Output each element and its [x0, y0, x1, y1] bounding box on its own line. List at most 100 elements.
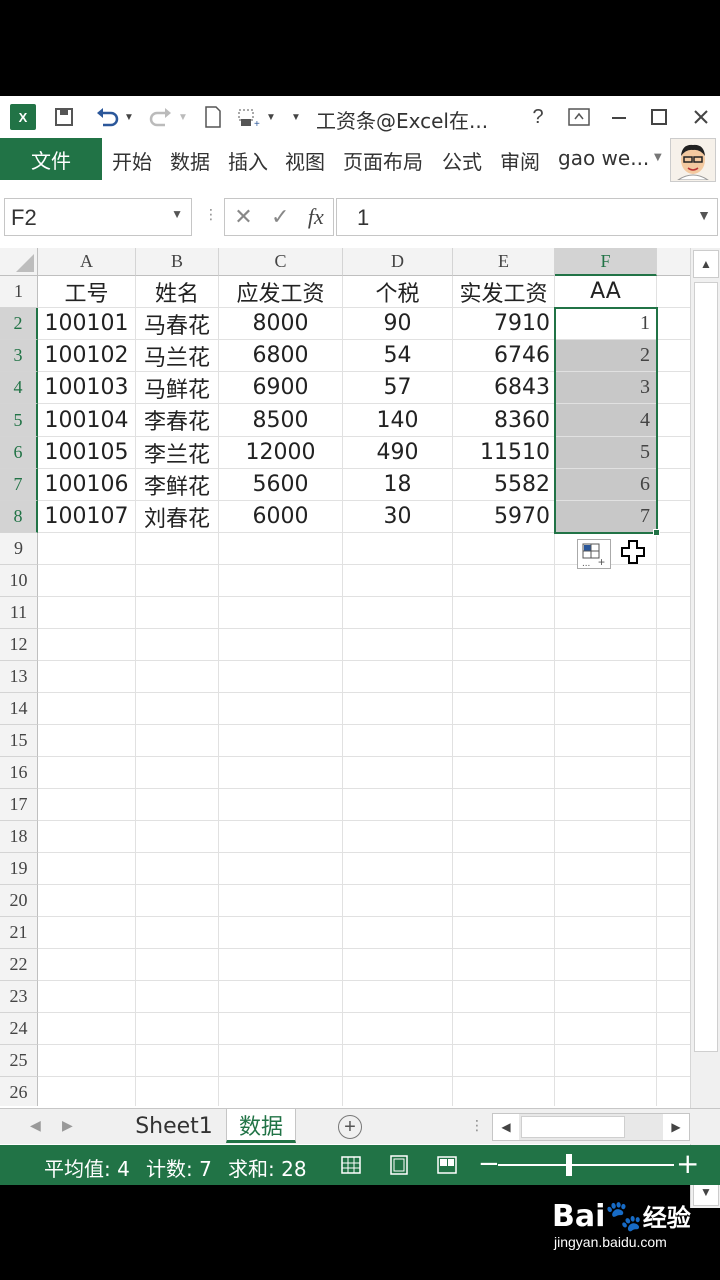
column-header-a[interactable]: A: [38, 248, 136, 276]
cell-f3[interactable]: 2: [555, 340, 657, 372]
empty-cell[interactable]: [136, 1045, 219, 1077]
cell-e3[interactable]: 6746: [453, 340, 555, 372]
row-header-13[interactable]: 13: [0, 661, 38, 693]
empty-cell[interactable]: [555, 789, 657, 821]
row-header-12[interactable]: 12: [0, 629, 38, 661]
column-header-e[interactable]: E: [453, 248, 555, 276]
row-header-20[interactable]: 20: [0, 885, 38, 917]
empty-cell[interactable]: [136, 629, 219, 661]
row-header-18[interactable]: 18: [0, 821, 38, 853]
scroll-up-icon[interactable]: ▲: [693, 250, 719, 278]
empty-cell[interactable]: [657, 437, 690, 469]
avatar[interactable]: [670, 138, 716, 182]
cell-c5[interactable]: 8500: [219, 404, 343, 437]
empty-cell[interactable]: [219, 917, 343, 949]
column-header-blank[interactable]: [657, 248, 690, 276]
undo-dropdown-icon[interactable]: ▼: [124, 104, 134, 130]
empty-cell[interactable]: [657, 1077, 690, 1106]
empty-cell[interactable]: [219, 661, 343, 693]
empty-cell[interactable]: [38, 885, 136, 917]
column-header-f[interactable]: F: [555, 248, 657, 276]
empty-cell[interactable]: [453, 757, 555, 789]
tab-page-layout[interactable]: 页面布局: [343, 146, 423, 175]
empty-cell[interactable]: [343, 757, 453, 789]
empty-cell[interactable]: [219, 1045, 343, 1077]
empty-cell[interactable]: [38, 533, 136, 565]
row-header-25[interactable]: 25: [0, 1045, 38, 1077]
empty-cell[interactable]: [343, 1045, 453, 1077]
empty-cell[interactable]: [453, 949, 555, 981]
tab-split-grip-icon[interactable]: ⋮: [470, 1117, 484, 1134]
save-icon[interactable]: [52, 104, 76, 130]
cell-d3[interactable]: 54: [343, 340, 453, 372]
empty-cell[interactable]: [136, 949, 219, 981]
new-document-icon[interactable]: [202, 104, 224, 130]
empty-cell[interactable]: [219, 949, 343, 981]
row-header-9[interactable]: 9: [0, 533, 38, 565]
row-header-22[interactable]: 22: [0, 949, 38, 981]
cell-a7[interactable]: 100106: [38, 469, 136, 501]
cell-c4[interactable]: 6900: [219, 372, 343, 404]
row-header-19[interactable]: 19: [0, 853, 38, 885]
row-header-8[interactable]: 8: [0, 501, 38, 533]
empty-cell[interactable]: [38, 853, 136, 885]
empty-cell[interactable]: [555, 949, 657, 981]
cell-c8[interactable]: 6000: [219, 501, 343, 533]
row-header-26[interactable]: 26: [0, 1077, 38, 1106]
empty-cell[interactable]: [343, 533, 453, 565]
spreadsheet-grid[interactable]: A B C D E F 1 2 3 4 5 6 7 8 9 10 11 12 13 14 15 16 17 18 19 20 21 2…: [0, 248, 690, 1106]
zoom-slider-handle[interactable]: [566, 1154, 572, 1176]
empty-cell[interactable]: [453, 565, 555, 597]
minimize-icon[interactable]: [608, 104, 630, 130]
cell-f2[interactable]: 1: [555, 308, 657, 340]
insert-function-icon[interactable]: fx: [308, 204, 324, 230]
cell-a4[interactable]: 100103: [38, 372, 136, 404]
column-header-c[interactable]: C: [219, 248, 343, 276]
empty-cell[interactable]: [219, 565, 343, 597]
empty-cell[interactable]: [657, 597, 690, 629]
cell-f6[interactable]: 5: [555, 437, 657, 469]
empty-cell[interactable]: [657, 1045, 690, 1077]
empty-cell[interactable]: [453, 597, 555, 629]
page-layout-view-icon[interactable]: [388, 1154, 410, 1176]
empty-cell[interactable]: [657, 469, 690, 501]
empty-cell[interactable]: [453, 885, 555, 917]
empty-cell[interactable]: [453, 661, 555, 693]
header-cell-e[interactable]: 实发工资: [453, 276, 555, 308]
cell-c6[interactable]: 12000: [219, 437, 343, 469]
fill-handle[interactable]: [653, 529, 660, 536]
scroll-right-icon[interactable]: ▶: [663, 1114, 689, 1140]
horizontal-scrollbar[interactable]: ◀ ▶: [492, 1113, 690, 1141]
row-header-5[interactable]: 5: [0, 404, 38, 437]
normal-view-icon[interactable]: [340, 1154, 362, 1176]
row-header-7[interactable]: 7: [0, 469, 38, 501]
cell-e2[interactable]: 7910: [453, 308, 555, 340]
empty-cell[interactable]: [343, 693, 453, 725]
empty-cell[interactable]: [343, 885, 453, 917]
empty-cell[interactable]: [555, 853, 657, 885]
empty-cell[interactable]: [657, 853, 690, 885]
cell-f7[interactable]: 6: [555, 469, 657, 501]
empty-cell[interactable]: [219, 597, 343, 629]
empty-cell[interactable]: [657, 661, 690, 693]
tab-sheet1[interactable]: Sheet1: [124, 1109, 224, 1143]
row-header-11[interactable]: 11: [0, 597, 38, 629]
empty-cell[interactable]: [657, 340, 690, 372]
empty-cell[interactable]: [343, 789, 453, 821]
empty-cell[interactable]: [555, 661, 657, 693]
tab-review[interactable]: 审阅: [500, 146, 540, 175]
empty-cell[interactable]: [219, 1013, 343, 1045]
empty-cell[interactable]: [136, 821, 219, 853]
empty-cell[interactable]: [219, 821, 343, 853]
empty-cell[interactable]: [453, 1013, 555, 1045]
empty-cell[interactable]: [136, 661, 219, 693]
empty-cell[interactable]: [453, 981, 555, 1013]
empty-cell[interactable]: [657, 821, 690, 853]
empty-cell[interactable]: [343, 981, 453, 1013]
empty-cell[interactable]: [555, 597, 657, 629]
cell-d8[interactable]: 30: [343, 501, 453, 533]
empty-cell[interactable]: [38, 661, 136, 693]
close-icon[interactable]: [690, 104, 712, 130]
header-cell-c[interactable]: 应发工资: [219, 276, 343, 308]
empty-cell[interactable]: [343, 853, 453, 885]
